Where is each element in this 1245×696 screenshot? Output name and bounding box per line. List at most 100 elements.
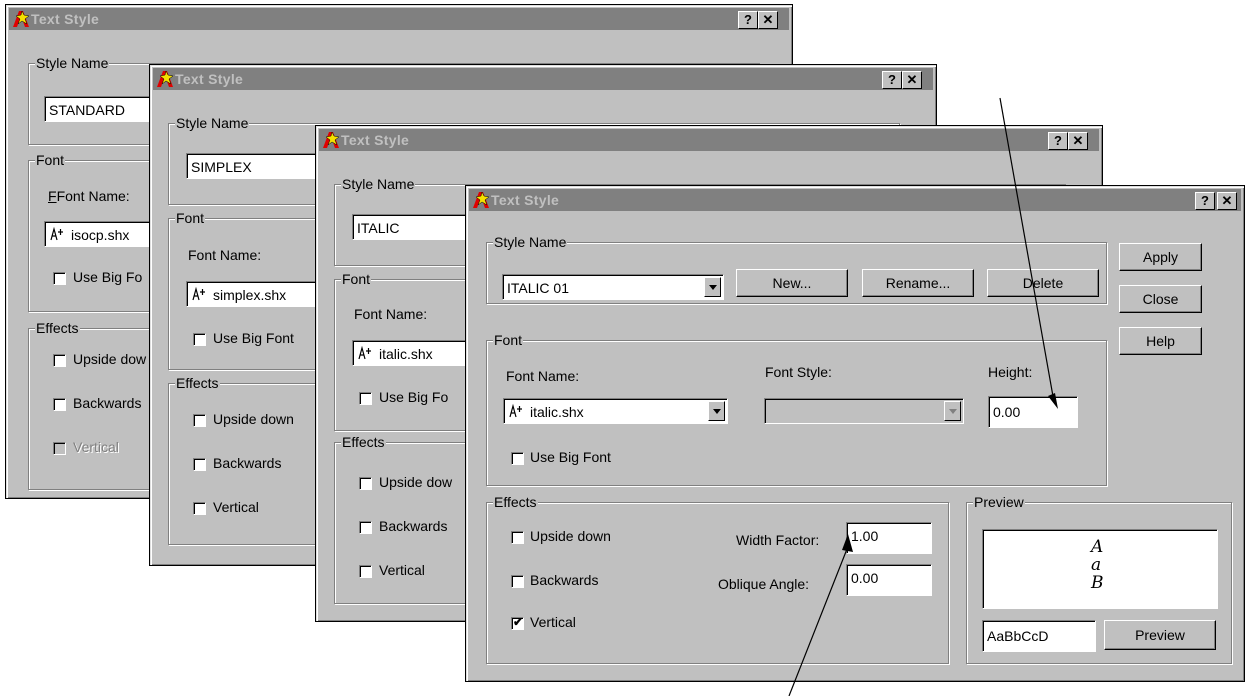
close-title-button[interactable]: ✕	[1217, 192, 1237, 210]
use-big-font-checkbox[interactable]	[53, 272, 66, 285]
font-name-dropdown[interactable]: italic.shx	[503, 398, 728, 424]
dialog-title: Text Style	[31, 11, 100, 27]
close-title-button[interactable]: ✕	[758, 11, 778, 29]
vertical-label: Vertical	[379, 562, 425, 578]
upside-down-checkbox[interactable]	[53, 354, 66, 367]
delete-button-label: Delete	[1022, 275, 1064, 291]
style-name-dropdown[interactable]: ITALIC 01	[502, 274, 724, 300]
font-group-label: Font	[175, 210, 206, 226]
shx-font-icon	[509, 403, 522, 418]
style-name-group-label: Style Name	[175, 115, 250, 131]
close-title-button[interactable]: ✕	[902, 71, 922, 89]
help-title-button[interactable]: ?	[882, 71, 902, 89]
font-style-dropdown[interactable]	[764, 398, 964, 424]
help-button-label: Help	[1146, 333, 1175, 349]
upside-down-label: Upside dow	[379, 474, 453, 490]
help-title-button[interactable]: ?	[738, 11, 758, 29]
title-bar[interactable]: Text Style ? ✕	[9, 8, 789, 30]
font-group-label: Font	[35, 152, 66, 168]
vertical-checkbox[interactable]	[53, 442, 66, 455]
width-factor-label: Width Factor:	[736, 532, 820, 548]
upside-down-label: Upside down	[530, 528, 611, 544]
font-name-value: italic.shx	[379, 346, 433, 362]
autocad-logo-icon	[473, 191, 490, 208]
font-name-value: simplex.shx	[213, 287, 287, 303]
font-style-dropdown-arrow[interactable]	[944, 401, 961, 421]
apply-button-label: Apply	[1142, 249, 1179, 265]
font-name-label: Font Name:	[188, 247, 261, 263]
style-name-group-label: Style Name	[341, 176, 416, 192]
use-big-font-label: Use Big Font	[213, 330, 294, 346]
height-input[interactable]: 0.00	[988, 396, 1078, 428]
vertical-checkbox[interactable]	[359, 565, 372, 578]
upside-down-label: Upside down	[213, 411, 294, 427]
new-button[interactable]: New...	[736, 269, 848, 297]
vertical-checkbox[interactable]	[193, 502, 206, 515]
title-bar[interactable]: Text Style ? ✕	[469, 189, 1241, 211]
effects-group-label: Effects	[35, 320, 80, 336]
preview-button-label: Preview	[1135, 627, 1185, 643]
close-title-button[interactable]: ✕	[1068, 132, 1088, 150]
upside-down-checkbox[interactable]	[193, 414, 206, 427]
font-name-dropdown[interactable]: simplex.shx	[186, 281, 326, 307]
dialog-title: Text Style	[341, 132, 410, 148]
use-big-font-label: Use Big Fo	[73, 269, 143, 285]
preview-char: A	[1091, 537, 1104, 557]
style-name-dropdown-arrow[interactable]	[704, 277, 721, 297]
rename-button[interactable]: Rename...	[862, 269, 974, 297]
title-bar[interactable]: Text Style ? ✕	[153, 68, 933, 90]
font-group-label: Font	[341, 271, 372, 287]
use-big-font-checkbox[interactable]	[193, 333, 206, 346]
backwards-checkbox[interactable]	[53, 398, 66, 411]
upside-down-checkbox[interactable]	[511, 531, 524, 544]
font-group-label: Font	[493, 332, 524, 348]
style-name-group-label: Style Name	[35, 55, 110, 71]
backwards-label: Backwards	[213, 455, 282, 471]
backwards-label: Backwards	[73, 395, 142, 411]
vertical-label: Vertical	[213, 499, 259, 515]
style-name-value: ITALIC 01	[507, 280, 569, 296]
backwards-label: Backwards	[379, 518, 448, 534]
autocad-logo-icon	[13, 10, 30, 27]
upside-down-checkbox[interactable]	[359, 477, 372, 490]
height-label: Height:	[988, 364, 1033, 380]
preview-char: a	[1091, 555, 1102, 575]
rename-button-label: Rename...	[885, 275, 951, 291]
font-style-label: Font Style:	[765, 364, 832, 380]
use-big-font-checkbox[interactable]	[511, 452, 524, 465]
preview-group-label: Preview	[973, 494, 1025, 510]
close-button[interactable]: Close	[1119, 285, 1202, 313]
effects-group-label: Effects	[493, 494, 538, 510]
style-name-group-label: Style Name	[493, 234, 568, 250]
shx-font-icon	[50, 226, 63, 241]
shx-font-icon	[192, 286, 205, 301]
autocad-logo-icon	[157, 70, 174, 87]
preview-button[interactable]: Preview	[1104, 620, 1216, 650]
preview-text-input[interactable]: AaBbCcD	[982, 620, 1096, 652]
font-name-label: Font Name:	[506, 368, 580, 384]
help-title-button[interactable]: ?	[1048, 132, 1068, 150]
backwards-checkbox[interactable]	[511, 575, 524, 588]
use-big-font-label: Use Big Fo	[379, 389, 449, 405]
font-name-label-text: Font Name:	[56, 188, 130, 204]
help-button[interactable]: Help	[1119, 327, 1202, 355]
autocad-logo-icon	[323, 131, 340, 148]
style-name-dropdown[interactable]: SIMPLEX	[186, 153, 326, 179]
title-bar[interactable]: Text Style ? ✕	[319, 129, 1099, 151]
font-name-dropdown-arrow[interactable]	[708, 401, 725, 421]
vertical-checkbox[interactable]: ✔	[511, 615, 524, 630]
use-big-font-checkbox[interactable]	[359, 392, 372, 405]
effects-group-label: Effects	[175, 375, 220, 391]
apply-button[interactable]: Apply	[1119, 243, 1202, 271]
backwards-checkbox[interactable]	[359, 521, 372, 534]
help-title-button[interactable]: ?	[1195, 192, 1215, 210]
close-button-label: Close	[1142, 291, 1179, 307]
font-name-label-text: Font Name:	[354, 306, 428, 322]
oblique-angle-input[interactable]: 0.00	[846, 564, 932, 596]
effects-group-label: Effects	[341, 434, 386, 450]
backwards-checkbox[interactable]	[193, 458, 206, 471]
preview-char: B	[1091, 573, 1104, 593]
delete-button[interactable]: Delete	[987, 269, 1099, 297]
width-factor-input[interactable]: 1.00	[846, 522, 932, 554]
font-name-label-text: Font Name:	[188, 247, 262, 263]
